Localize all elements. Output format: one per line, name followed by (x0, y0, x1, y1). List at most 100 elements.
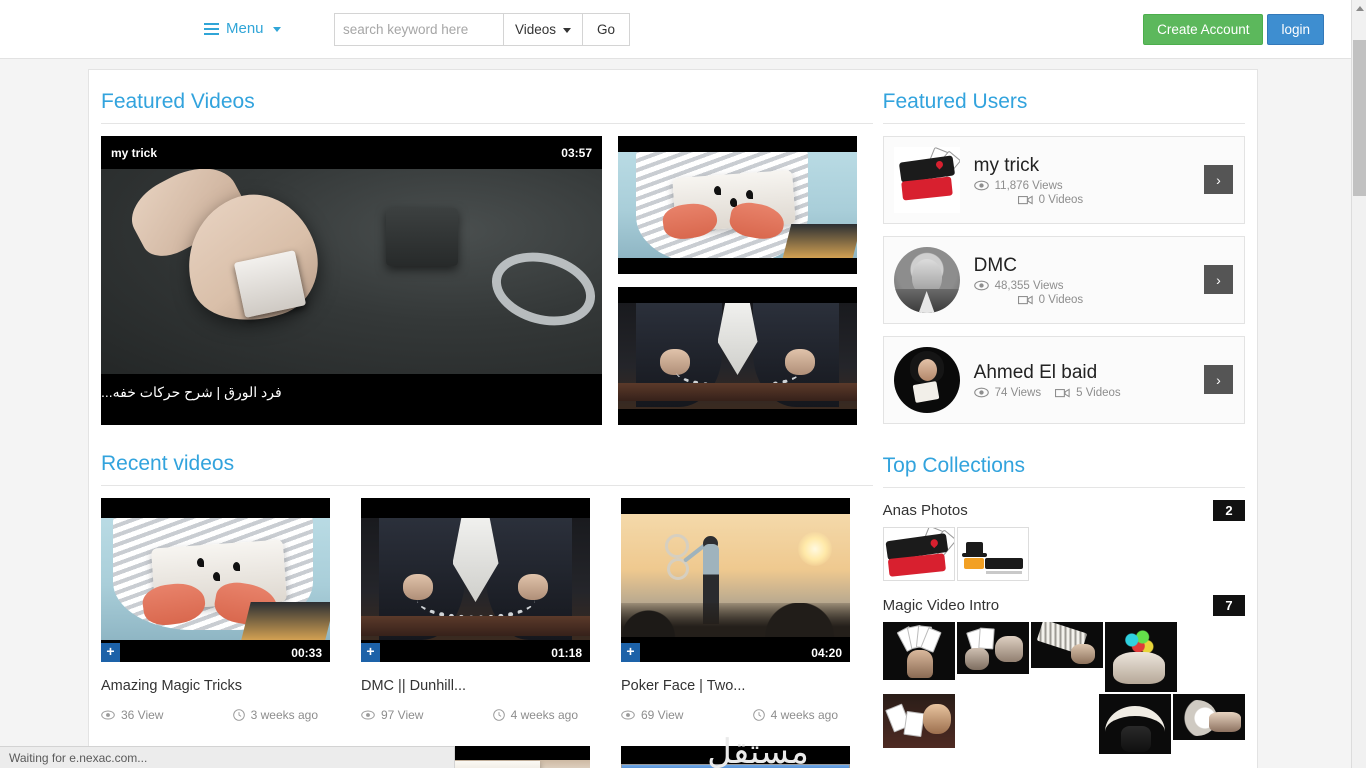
user-go-button[interactable]: › (1204, 165, 1233, 194)
menu-button[interactable]: Menu (204, 20, 281, 37)
views-text: 11,876 Views (994, 179, 1063, 192)
collection-thumb[interactable] (956, 622, 1029, 674)
chevron-right-icon: › (1216, 171, 1221, 188)
video-title[interactable]: Amazing Magic Tricks (101, 678, 330, 694)
search-go-button[interactable]: Go (583, 13, 631, 46)
video-thumbnail[interactable]: + 01:18 (361, 498, 590, 662)
video-title[interactable]: Poker Face | Two... (621, 678, 850, 694)
user-videos: 5 Videos (1055, 387, 1121, 399)
avatar (893, 347, 960, 413)
eye-icon (973, 180, 989, 191)
chevron-down-icon (563, 28, 572, 33)
collection-name[interactable]: Anas Photos (883, 502, 968, 519)
main-column: Featured Videos my trick 03:57 فرد الورق… (89, 70, 873, 768)
featured-videos-title: Featured Videos (101, 90, 255, 113)
age-text: 3 weeks ago (250, 708, 318, 722)
top-navbar: Menu Videos Go Create Account login (0, 0, 1351, 59)
featured-user-card[interactable]: Ahmed El baid 74 Views 5 Videos › (882, 336, 1245, 424)
collection-thumb[interactable] (882, 694, 955, 748)
age-text: 4 weeks ago (770, 708, 838, 722)
chevron-down-icon (272, 27, 281, 32)
featured-user-card[interactable]: my trick 11,876 Views 0 Videos › (882, 136, 1245, 224)
featured-videos-area: my trick 03:57 فرد الورق | شرح حركات خفه… (101, 136, 873, 425)
featured-video-main[interactable]: my trick 03:57 فرد الورق | شرح حركات خفه… (101, 136, 602, 425)
collection-thumb[interactable] (882, 622, 955, 680)
chevron-right-icon: › (1216, 271, 1221, 288)
collection-name[interactable]: Magic Video Intro (883, 597, 999, 614)
video-views: 36 View (101, 708, 163, 722)
collection-thumb[interactable] (956, 527, 1029, 581)
featured-video-side-list (618, 136, 857, 425)
clock-icon (752, 709, 765, 721)
video-views: 69 View (621, 708, 683, 722)
user-go-button[interactable]: › (1204, 265, 1233, 294)
featured-user-card[interactable]: DMC 48,355 Views 0 Videos › (882, 236, 1245, 324)
featured-video-side-1[interactable] (618, 136, 857, 274)
age-text: 4 weeks ago (510, 708, 578, 722)
avatar (893, 147, 960, 213)
views-text: 74 Views (994, 386, 1042, 399)
user-views: 11,876 Views (973, 179, 1084, 192)
clock-icon (232, 709, 245, 721)
videos-text: 5 Videos (1076, 386, 1121, 399)
videos-text: 0 Videos (1038, 193, 1084, 206)
video-meta: 36 View 3 weeks ago (101, 708, 330, 722)
user-videos: 0 Videos (1017, 193, 1084, 206)
video-camera-icon (1055, 387, 1070, 398)
user-videos: 0 Videos (1017, 293, 1084, 306)
add-to-playlist-icon[interactable]: + (361, 643, 380, 662)
eye-icon (361, 710, 375, 720)
collection-thumb[interactable] (1104, 622, 1177, 692)
video-meta: 69 View 4 weeks ago (621, 708, 850, 722)
video-thumbnail[interactable]: + 00:33 (101, 498, 330, 662)
add-to-playlist-icon[interactable]: + (621, 643, 640, 662)
create-account-button[interactable]: Create Account (1143, 14, 1264, 45)
browser-window-thumbnail (621, 746, 850, 768)
collection-thumb[interactable] (882, 527, 955, 581)
divider (101, 485, 873, 486)
collection-thumb[interactable] (1173, 694, 1245, 740)
featured-main-topbar: my trick 03:57 (101, 136, 602, 169)
videos-text: 0 Videos (1038, 293, 1084, 306)
page-body: Featured Videos my trick 03:57 فرد الورق… (0, 60, 1351, 768)
scroll-up-button[interactable] (1352, 0, 1366, 17)
eye-icon (973, 387, 989, 398)
user-views: 48,355 Views (973, 279, 1084, 292)
collection-item: Magic Video Intro 7 (882, 595, 1245, 754)
search-input[interactable] (334, 13, 503, 46)
add-to-playlist-icon[interactable]: + (101, 643, 120, 662)
eye-icon (621, 710, 635, 720)
hamburger-icon (204, 22, 219, 35)
login-button[interactable]: login (1267, 14, 1324, 45)
collection-thumb[interactable] (1099, 694, 1171, 754)
sidebar-column: Featured Users my trick 11,876 Views 0 V… (873, 70, 1257, 768)
scrollbar-thumb[interactable] (1353, 40, 1366, 196)
video-duration: 00:33 (291, 646, 322, 660)
views-text: 48,355 Views (994, 279, 1064, 292)
video-duration: 01:18 (551, 646, 582, 660)
divider (882, 123, 1245, 124)
recent-videos-title: Recent videos (101, 452, 235, 475)
collection-thumbnails (882, 527, 1245, 581)
collection-thumb[interactable] (1030, 622, 1103, 668)
video-title[interactable]: DMC || Dunhill... (361, 678, 590, 694)
go-label: Go (597, 22, 616, 37)
auth-buttons: Create Account login (1143, 14, 1324, 45)
tuxedo-chain-thumbnail (618, 287, 857, 425)
search-filter-dropdown[interactable]: Videos (503, 13, 584, 46)
featured-main-titlebar: فرد الورق | شرح حركات خفه... (101, 374, 602, 425)
menu-label: Menu (226, 20, 264, 37)
divider (101, 123, 873, 124)
divider (882, 487, 1245, 488)
user-name: Ahmed El baid (973, 361, 1098, 383)
video-card: + 00:33 Amazing Magic Tricks 36 View 3 w… (101, 498, 330, 722)
collection-header: Magic Video Intro 7 (883, 595, 1245, 616)
content-container: Featured Videos my trick 03:57 فرد الورق… (88, 69, 1258, 768)
video-thumbnail[interactable]: + 04:20 (621, 498, 850, 662)
featured-video-side-2[interactable] (618, 287, 857, 425)
video-thumbnail[interactable] (621, 746, 850, 768)
vertical-scrollbar[interactable] (1351, 0, 1366, 768)
search-filter-label: Videos (515, 22, 557, 37)
video-age: 4 weeks ago (492, 708, 578, 722)
user-go-button[interactable]: › (1204, 365, 1233, 394)
